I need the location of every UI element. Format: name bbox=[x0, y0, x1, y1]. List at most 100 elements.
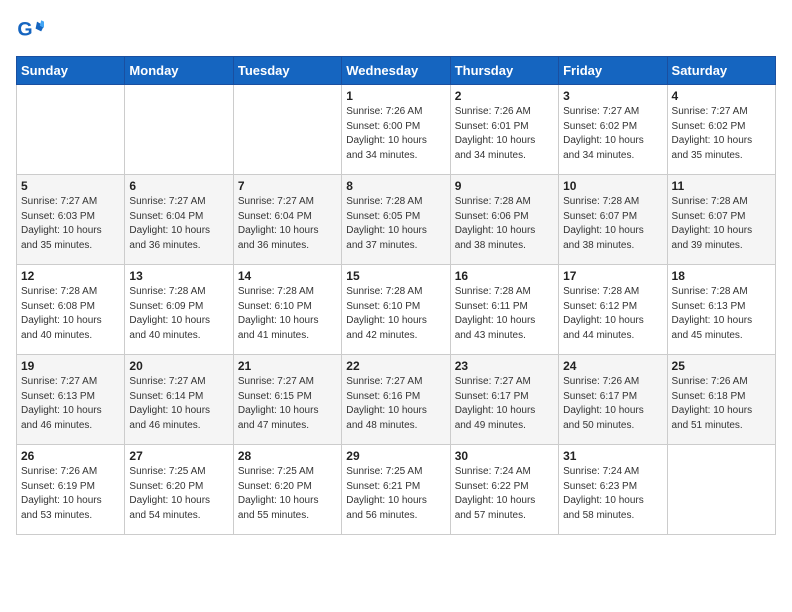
calendar-cell: 2 Sunrise: 7:26 AM Sunset: 6:01 PM Daylig… bbox=[450, 85, 558, 175]
calendar-header: SundayMondayTuesdayWednesdayThursdayFrid… bbox=[17, 57, 776, 85]
day-number: 20 bbox=[129, 359, 228, 373]
calendar-cell: 21Sunrise: 7:27 AM Sunset: 6:15 PM Dayli… bbox=[233, 355, 341, 445]
day-info: Sunrise: 7:28 AM Sunset: 6:08 PM Dayligh… bbox=[21, 285, 120, 343]
calendar-week-row: 26Sunrise: 7:26 AM Sunset: 6:19 PM Dayli… bbox=[17, 445, 776, 535]
day-info: Sunrise: 7:27 AM Sunset: 6:14 PM Dayligh… bbox=[129, 375, 228, 433]
day-info: Sunrise: 7:28 AM Sunset: 6:11 PM Dayligh… bbox=[455, 285, 554, 343]
day-number: 25 bbox=[672, 359, 771, 373]
day-info: Sunrise: 7:25 AM Sunset: 6:20 PM Dayligh… bbox=[129, 465, 228, 523]
day-info: Sunrise: 7:27 AM Sunset: 6:04 PM Dayligh… bbox=[238, 195, 337, 253]
calendar-cell bbox=[125, 85, 233, 175]
day-number: 18 bbox=[672, 269, 771, 283]
calendar-week-row: 5 Sunrise: 7:27 AM Sunset: 6:03 PM Daylig… bbox=[17, 175, 776, 265]
calendar-week-row: 12 Sunrise: 7:28 AM Sunset: 6:08 PM Dayli… bbox=[17, 265, 776, 355]
weekday-header: Sunday bbox=[17, 57, 125, 85]
weekday-header: Wednesday bbox=[342, 57, 450, 85]
day-info: Sunrise: 7:28 AM Sunset: 6:09 PM Dayligh… bbox=[129, 285, 228, 343]
day-info: Sunrise: 7:27 AM Sunset: 6:02 PM Dayligh… bbox=[672, 105, 771, 163]
weekday-header: Friday bbox=[559, 57, 667, 85]
weekday-header: Saturday bbox=[667, 57, 775, 85]
calendar-cell: 28 Sunrise: 7:25 AM Sunset: 6:20 PM Dayli… bbox=[233, 445, 341, 535]
day-number: 16 bbox=[455, 269, 554, 283]
day-info: Sunrise: 7:26 AM Sunset: 6:17 PM Dayligh… bbox=[563, 375, 662, 433]
day-number: 28 bbox=[238, 449, 337, 463]
day-number: 22 bbox=[346, 359, 445, 373]
calendar-week-row: 19 Sunrise: 7:27 AM Sunset: 6:13 PM Dayli… bbox=[17, 355, 776, 445]
day-info: Sunrise: 7:27 AM Sunset: 6:04 PM Dayligh… bbox=[129, 195, 228, 253]
day-info: Sunrise: 7:25 AM Sunset: 6:21 PM Dayligh… bbox=[346, 465, 445, 523]
day-number: 5 bbox=[21, 179, 120, 193]
day-info: Sunrise: 7:27 AM Sunset: 6:15 PM Dayligh… bbox=[238, 375, 337, 433]
calendar-cell: 24 Sunrise: 7:26 AM Sunset: 6:17 PM Dayli… bbox=[559, 355, 667, 445]
calendar-cell: 3Sunrise: 7:27 AM Sunset: 6:02 PM Daylig… bbox=[559, 85, 667, 175]
calendar-cell: 4 Sunrise: 7:27 AM Sunset: 6:02 PM Daylig… bbox=[667, 85, 775, 175]
calendar-cell: 27Sunrise: 7:25 AM Sunset: 6:20 PM Dayli… bbox=[125, 445, 233, 535]
day-info: Sunrise: 7:28 AM Sunset: 6:10 PM Dayligh… bbox=[346, 285, 445, 343]
page-header: G bbox=[16, 16, 776, 44]
weekday-header: Monday bbox=[125, 57, 233, 85]
day-number: 17 bbox=[563, 269, 662, 283]
day-info: Sunrise: 7:28 AM Sunset: 6:05 PM Dayligh… bbox=[346, 195, 445, 253]
calendar-cell: 1 Sunrise: 7:26 AM Sunset: 6:00 PM Daylig… bbox=[342, 85, 450, 175]
calendar-cell bbox=[17, 85, 125, 175]
day-info: Sunrise: 7:28 AM Sunset: 6:10 PM Dayligh… bbox=[238, 285, 337, 343]
day-number: 1 bbox=[346, 89, 445, 103]
calendar-cell: 16 Sunrise: 7:28 AM Sunset: 6:11 PM Dayli… bbox=[450, 265, 558, 355]
day-number: 26 bbox=[21, 449, 120, 463]
calendar-cell: 13Sunrise: 7:28 AM Sunset: 6:09 PM Dayli… bbox=[125, 265, 233, 355]
day-number: 6 bbox=[129, 179, 228, 193]
calendar-cell bbox=[233, 85, 341, 175]
day-info: Sunrise: 7:28 AM Sunset: 6:07 PM Dayligh… bbox=[672, 195, 771, 253]
weekday-header: Tuesday bbox=[233, 57, 341, 85]
calendar-cell: 20 Sunrise: 7:27 AM Sunset: 6:14 PM Dayli… bbox=[125, 355, 233, 445]
calendar-cell: 8 Sunrise: 7:28 AM Sunset: 6:05 PM Daylig… bbox=[342, 175, 450, 265]
day-number: 8 bbox=[346, 179, 445, 193]
day-number: 4 bbox=[672, 89, 771, 103]
day-number: 24 bbox=[563, 359, 662, 373]
day-info: Sunrise: 7:27 AM Sunset: 6:13 PM Dayligh… bbox=[21, 375, 120, 433]
day-number: 3 bbox=[563, 89, 662, 103]
day-info: Sunrise: 7:26 AM Sunset: 6:01 PM Dayligh… bbox=[455, 105, 554, 163]
day-number: 7 bbox=[238, 179, 337, 193]
svg-text:G: G bbox=[17, 19, 32, 41]
calendar-cell: 25 Sunrise: 7:26 AM Sunset: 6:18 PM Dayli… bbox=[667, 355, 775, 445]
calendar-cell: 5 Sunrise: 7:27 AM Sunset: 6:03 PM Daylig… bbox=[17, 175, 125, 265]
day-info: Sunrise: 7:28 AM Sunset: 6:07 PM Dayligh… bbox=[563, 195, 662, 253]
logo-icon: G bbox=[16, 16, 44, 44]
day-info: Sunrise: 7:24 AM Sunset: 6:23 PM Dayligh… bbox=[563, 465, 662, 523]
logo: G bbox=[16, 16, 46, 44]
day-number: 12 bbox=[21, 269, 120, 283]
day-number: 14 bbox=[238, 269, 337, 283]
day-number: 19 bbox=[21, 359, 120, 373]
day-info: Sunrise: 7:27 AM Sunset: 6:17 PM Dayligh… bbox=[455, 375, 554, 433]
day-info: Sunrise: 7:28 AM Sunset: 6:06 PM Dayligh… bbox=[455, 195, 554, 253]
calendar-week-row: 1 Sunrise: 7:26 AM Sunset: 6:00 PM Daylig… bbox=[17, 85, 776, 175]
calendar-cell: 7 Sunrise: 7:27 AM Sunset: 6:04 PM Daylig… bbox=[233, 175, 341, 265]
calendar-cell: 23 Sunrise: 7:27 AM Sunset: 6:17 PM Dayli… bbox=[450, 355, 558, 445]
calendar-cell: 22 Sunrise: 7:27 AM Sunset: 6:16 PM Dayli… bbox=[342, 355, 450, 445]
calendar-cell: 19 Sunrise: 7:27 AM Sunset: 6:13 PM Dayli… bbox=[17, 355, 125, 445]
day-info: Sunrise: 7:27 AM Sunset: 6:16 PM Dayligh… bbox=[346, 375, 445, 433]
day-number: 15 bbox=[346, 269, 445, 283]
calendar-cell: 17 Sunrise: 7:28 AM Sunset: 6:12 PM Dayli… bbox=[559, 265, 667, 355]
calendar-cell: 11 Sunrise: 7:28 AM Sunset: 6:07 PM Dayli… bbox=[667, 175, 775, 265]
day-info: Sunrise: 7:26 AM Sunset: 6:18 PM Dayligh… bbox=[672, 375, 771, 433]
day-info: Sunrise: 7:28 AM Sunset: 6:12 PM Dayligh… bbox=[563, 285, 662, 343]
day-info: Sunrise: 7:25 AM Sunset: 6:20 PM Dayligh… bbox=[238, 465, 337, 523]
calendar-cell: 26Sunrise: 7:26 AM Sunset: 6:19 PM Dayli… bbox=[17, 445, 125, 535]
calendar-body: 1 Sunrise: 7:26 AM Sunset: 6:00 PM Daylig… bbox=[17, 85, 776, 535]
calendar-cell: 9Sunrise: 7:28 AM Sunset: 6:06 PM Daylig… bbox=[450, 175, 558, 265]
day-info: Sunrise: 7:26 AM Sunset: 6:00 PM Dayligh… bbox=[346, 105, 445, 163]
weekday-header: Thursday bbox=[450, 57, 558, 85]
day-info: Sunrise: 7:28 AM Sunset: 6:13 PM Dayligh… bbox=[672, 285, 771, 343]
calendar-cell: 29 Sunrise: 7:25 AM Sunset: 6:21 PM Dayli… bbox=[342, 445, 450, 535]
day-number: 29 bbox=[346, 449, 445, 463]
day-info: Sunrise: 7:27 AM Sunset: 6:03 PM Dayligh… bbox=[21, 195, 120, 253]
day-number: 11 bbox=[672, 179, 771, 193]
day-number: 10 bbox=[563, 179, 662, 193]
day-number: 31 bbox=[563, 449, 662, 463]
day-number: 2 bbox=[455, 89, 554, 103]
day-number: 23 bbox=[455, 359, 554, 373]
calendar-cell: 12 Sunrise: 7:28 AM Sunset: 6:08 PM Dayli… bbox=[17, 265, 125, 355]
calendar-cell bbox=[667, 445, 775, 535]
